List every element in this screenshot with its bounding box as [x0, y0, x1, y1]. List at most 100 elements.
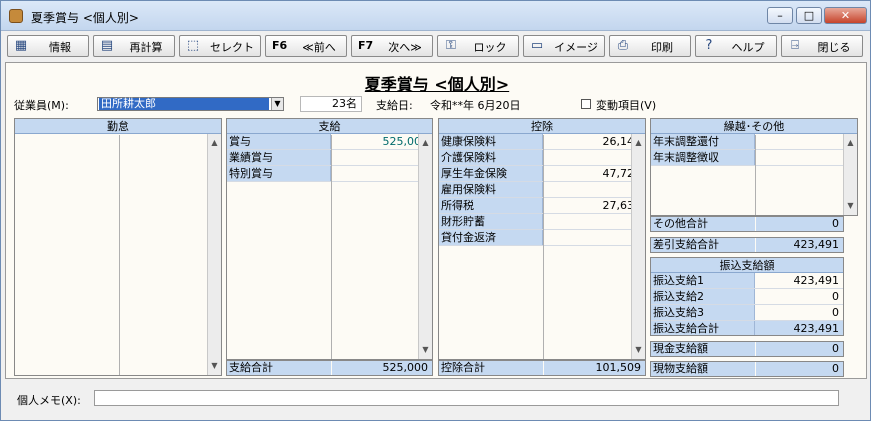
deduction-total-label: 控除合計 — [439, 361, 543, 375]
payment-value[interactable]: 0 — [332, 150, 432, 165]
select-icon: ⬚ — [186, 38, 200, 53]
kintai-scrollbar[interactable]: ▲ ▼ — [207, 134, 221, 375]
memo-label: 個人メモ(X): — [17, 394, 81, 407]
deduction-value[interactable]: 0 — [544, 230, 645, 245]
net-total-value: 423,491 — [756, 238, 843, 252]
deduction-value[interactable]: 0 — [544, 150, 645, 165]
chevron-down-icon[interactable]: ▼ — [271, 98, 283, 110]
transfer-value[interactable]: 0 — [756, 305, 843, 320]
variable-items-label: 変動項目(V) — [596, 99, 657, 112]
deduction-label: 厚生年金保険 — [439, 166, 543, 181]
transfer-total-value: 423,491 — [793, 322, 840, 335]
column-divider — [543, 135, 544, 359]
scroll-down-icon[interactable]: ▼ — [844, 199, 857, 213]
transfer-label: 振込支給2 — [651, 289, 755, 304]
maximize-button[interactable]: □ — [796, 7, 822, 24]
column-divider — [119, 135, 120, 375]
deduction-label: 財形貯蓄 — [439, 214, 543, 229]
deduction-scrollbar[interactable]: ▲ ▼ — [631, 134, 645, 359]
table-row: 厚生年金保険 47,728 — [439, 166, 645, 182]
scroll-down-icon[interactable]: ▼ — [419, 343, 432, 357]
scroll-up-icon[interactable]: ▲ — [208, 136, 221, 150]
payment-panel: 支給 賞与525,000 業績賞与0 特別賞与0 ▲▼ — [226, 118, 433, 360]
cash-value: 0 — [756, 342, 843, 356]
table-row: 年末調整還付0 — [651, 134, 857, 150]
scroll-up-icon[interactable]: ▲ — [632, 136, 645, 150]
select-button[interactable]: ⬚ セレクト — [179, 35, 261, 57]
transfer-header: 振込支給額 — [651, 258, 843, 273]
transfer-value[interactable]: 0 — [756, 289, 843, 304]
carry-panel: 繰越･その他 年末調整還付0 年末調整徴収0 ▲▼ — [650, 118, 858, 216]
deduction-label: 所得税 — [439, 198, 543, 213]
table-row: 健康保険料 26,145 — [439, 134, 645, 150]
kintai-header: 勤怠 — [15, 119, 221, 134]
payment-value[interactable]: 525,000 — [332, 134, 432, 149]
print-button[interactable]: ⎙ 印刷 — [609, 35, 691, 57]
deduction-value[interactable]: 47,728 — [544, 166, 645, 181]
carry-value[interactable]: 0 — [756, 134, 857, 149]
window-close-button[interactable]: ✕ — [824, 7, 867, 24]
employee-select[interactable]: 田所耕太郎 ▼ — [97, 97, 284, 111]
deduction-value[interactable]: 0 — [544, 214, 645, 229]
image-button[interactable]: ▭ イメージ — [523, 35, 605, 57]
lock-button[interactable]: ⚿ ロック — [437, 35, 519, 57]
goods-value: 0 — [756, 362, 843, 376]
carry-total-label: その他合計 — [651, 217, 755, 231]
transfer-label: 振込支給1 — [651, 273, 755, 288]
deduction-label: 健康保険料 — [439, 134, 543, 149]
scroll-up-icon[interactable]: ▲ — [419, 136, 432, 150]
carry-value[interactable]: 0 — [756, 150, 857, 165]
close-button[interactable]: ⍈ 閉じる — [781, 35, 863, 57]
scroll-up-icon[interactable]: ▲ — [844, 136, 857, 150]
carry-total-value: 0 — [756, 217, 843, 231]
info-icon: ▦ — [14, 38, 28, 53]
variable-items-checkbox[interactable] — [581, 99, 591, 109]
column-divider — [755, 135, 756, 215]
main-form: 夏季賞与 <個人別> 従業員(M): 田所耕太郎 ▼ 23名 支給日: 令和**… — [5, 62, 867, 379]
scroll-down-icon[interactable]: ▼ — [208, 359, 221, 373]
payment-total-label: 支給合計 — [227, 361, 331, 375]
help-icon: ? — [705, 38, 713, 53]
deduction-value[interactable]: 0 — [544, 182, 645, 197]
payment-label: 業績賞与 — [227, 150, 331, 165]
memo-input[interactable] — [94, 390, 839, 406]
page-title: 夏季賞与 <個人別> — [364, 75, 510, 94]
payment-total-value: 525,000 — [332, 361, 432, 375]
payment-scrollbar[interactable]: ▲ ▼ — [418, 134, 432, 359]
minimize-button[interactable]: – — [767, 7, 793, 24]
scroll-down-icon[interactable]: ▼ — [632, 343, 645, 357]
deduction-header: 控除 — [439, 119, 645, 134]
deduction-total: 控除合計 101,509 — [438, 360, 646, 376]
carry-header: 繰越･その他 — [651, 119, 857, 134]
payment-value[interactable]: 0 — [332, 166, 432, 181]
payment-label: 賞与 — [227, 134, 331, 149]
transfer-label: 振込支給合計 — [651, 321, 755, 335]
deduction-label: 貸付金返済 — [439, 230, 543, 245]
employee-count: 23名 — [300, 96, 362, 112]
transfer-panel: 振込支給額 振込支給1 423,491 振込支給2 0 振込支給3 0 振込支給合計 4… — [650, 257, 844, 336]
carry-total: その他合計 0 — [650, 216, 844, 232]
info-button[interactable]: ▦ 情報 — [7, 35, 89, 57]
payment-label: 特別賞与 — [227, 166, 331, 181]
f6-key-label: F6 — [272, 39, 288, 52]
prev-button[interactable]: F6 ≪前へ — [265, 35, 347, 57]
deduction-label: 介護保険料 — [439, 150, 543, 165]
table-row: 特別賞与0 — [227, 166, 432, 182]
f7-key-label: F7 — [358, 39, 374, 52]
next-button[interactable]: F7 次へ≫ — [351, 35, 433, 57]
title-bar: 夏季賞与 <個人別> – □ ✕ — [1, 1, 870, 31]
help-button[interactable]: ? ヘルプ — [695, 35, 777, 57]
window-title: 夏季賞与 <個人別> — [31, 11, 139, 25]
table-row: 賞与 525,000 — [227, 134, 432, 150]
calculator-icon: ▤ — [100, 38, 114, 53]
deduction-value[interactable]: 26,145 — [544, 134, 645, 149]
carry-scrollbar[interactable]: ▲ ▼ — [843, 134, 857, 215]
deduction-total-value: 101,509 — [544, 361, 645, 375]
transfer-value[interactable]: 423,491 — [756, 273, 843, 288]
table-row: 所得税 27,636 — [439, 198, 645, 214]
table-row: 振込支給1 423,491 — [651, 273, 843, 289]
deduction-value[interactable]: 27,636 — [544, 198, 645, 213]
payday-value: 令和**年 6月20日 — [430, 99, 521, 112]
recalc-button[interactable]: ▤ 再計算 — [93, 35, 175, 57]
table-row: 貸付金返済0 — [439, 230, 645, 246]
